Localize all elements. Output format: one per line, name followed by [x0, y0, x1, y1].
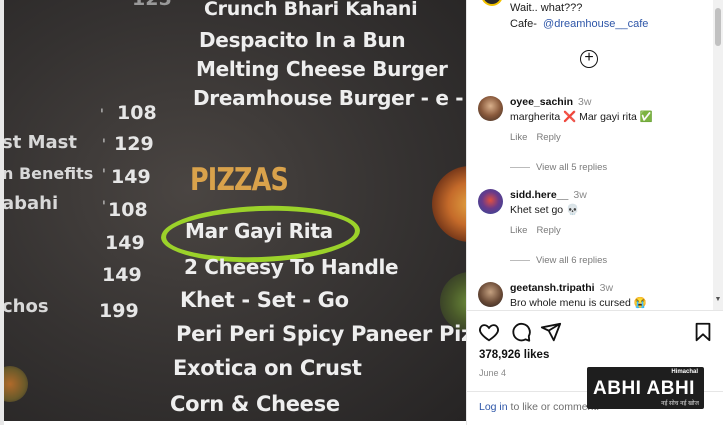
post-caption: Wait.. what??? Cafe- @dreamhouse__cafe: [510, 0, 648, 32]
comment-item: sidd.here__ 3w Khet set go 💀 Like Reply: [478, 189, 708, 239]
comment-username[interactable]: oyee_sachin: [510, 96, 573, 108]
scrollbar-thumb[interactable]: [715, 8, 721, 46]
comment-text: Bro whole menu is cursed 😭: [510, 297, 647, 309]
price-tick: ': [100, 107, 104, 123]
heart-icon[interactable]: [478, 321, 500, 343]
plus-icon: +: [584, 49, 594, 66]
watermark-small-text: Himachal: [671, 369, 698, 375]
comment-reply-button[interactable]: Reply: [536, 225, 560, 236]
watermark-logo: Himachal ABHI ABHI नई सोच नई खोज: [587, 367, 704, 409]
comment-username[interactable]: geetansh.tripathi: [510, 282, 595, 294]
bookmark-icon[interactable]: [692, 321, 714, 343]
pizza-decoration-left: [4, 366, 28, 402]
comment-avatar[interactable]: [478, 189, 503, 214]
comment-text: margherita ❌ Mar gayi rita ✅: [510, 111, 653, 123]
login-link[interactable]: Log in: [479, 401, 508, 413]
section-heading: PIZZAS: [190, 162, 289, 198]
pizza-decoration-right: [432, 166, 466, 242]
comment-text: Khet set go 💀: [510, 204, 580, 216]
comment-username-row: geetansh.tripathi 3w: [510, 282, 613, 294]
login-prompt-text: to like or comment.: [510, 401, 600, 413]
menu-item: Dreamhouse Burger - e - k: [193, 86, 466, 110]
caption-line: Wait.. what???: [510, 2, 583, 14]
comment-time: 3w: [573, 189, 587, 201]
menu-price: 125: [132, 0, 172, 10]
menu-item: st Mast: [4, 132, 77, 153]
comment-actions: Like Reply: [510, 132, 570, 143]
login-prompt: Log in to like or comment.: [479, 401, 599, 413]
comment-like-button[interactable]: Like: [510, 132, 527, 143]
comment-icon[interactable]: [510, 321, 532, 343]
comments-scrollbar[interactable]: [713, 0, 723, 310]
comment-time: 3w: [599, 282, 614, 294]
post-date: June 4: [479, 368, 507, 378]
post-image: Crunch Bhari Kahani Despacito In a Bun M…: [0, 0, 466, 425]
menu-item: 2 Cheesy To Handle: [184, 255, 399, 279]
menu-price: 199: [99, 300, 139, 322]
view-replies-label: View all 5 replies: [536, 162, 608, 173]
menu-price: 108: [108, 199, 148, 221]
load-more-comments-button[interactable]: +: [580, 50, 598, 68]
likes-count[interactable]: 378,926 likes: [479, 349, 549, 361]
menu-price: 149: [111, 166, 151, 188]
view-replies-button[interactable]: View all 5 replies: [510, 162, 607, 173]
menu-item: Corn & Cheese: [170, 392, 340, 416]
menu-item: Crunch Bhari Kahani: [204, 0, 418, 20]
menu-item: abahi: [4, 193, 59, 214]
comment-time: 3w: [578, 96, 592, 108]
view-replies-button[interactable]: View all 6 replies: [510, 255, 607, 266]
menu-item: chos: [4, 296, 49, 317]
comment-reply-button[interactable]: Reply: [536, 132, 560, 143]
comment-like-button[interactable]: Like: [510, 225, 527, 236]
menu-item: n Benefits: [4, 164, 94, 183]
menu-price: 149: [105, 232, 145, 254]
price-tick: ': [102, 137, 106, 153]
replies-dash: [510, 259, 530, 261]
view-replies-label: View all 6 replies: [536, 255, 608, 266]
menu-item: Exotica on Crust: [173, 356, 362, 380]
menu-item: Peri Peri Spicy Paneer Piz: [176, 322, 466, 346]
share-icon[interactable]: [540, 321, 562, 343]
comment-item: oyee_sachin 3w margherita ❌ Mar gayi rita…: [478, 96, 708, 146]
menu-price: 129: [114, 133, 154, 155]
caption-prefix: Cafe-: [510, 18, 537, 30]
comment-avatar[interactable]: [478, 282, 503, 307]
menu-item-highlighted: Mar Gayi Rita: [185, 219, 333, 243]
menu-item: Melting Cheese Burger: [196, 57, 448, 81]
price-tick: ': [102, 167, 106, 183]
price-tick: ': [102, 199, 106, 215]
menu-price: 149: [102, 264, 142, 286]
replies-dash: [510, 166, 530, 168]
caption-mention-link[interactable]: @dreamhouse__cafe: [543, 18, 648, 30]
post-action-bar: [478, 321, 714, 343]
comment-actions: Like Reply: [510, 225, 570, 236]
comment-username-row: sidd.here__ 3w: [510, 189, 587, 201]
watermark-tagline: नई सोच नई खोज: [661, 401, 699, 407]
watermark-title: ABHI ABHI: [593, 378, 695, 399]
caption-line: Cafe- @dreamhouse__cafe: [510, 16, 648, 32]
menu-price: 108: [117, 102, 157, 124]
divider: [466, 310, 723, 311]
comment-username[interactable]: sidd.here__: [510, 189, 568, 201]
comment-item: geetansh.tripathi 3w Bro whole menu is cu…: [478, 282, 708, 310]
menu-item: Khet - Set - Go: [180, 288, 349, 312]
menu-board: Crunch Bhari Kahani Despacito In a Bun M…: [4, 0, 466, 421]
scroll-down-arrow-icon[interactable]: ▼: [713, 296, 723, 306]
menu-item: Despacito In a Bun: [199, 28, 406, 52]
comment-avatar[interactable]: [478, 96, 503, 121]
comment-username-row: oyee_sachin 3w: [510, 96, 591, 108]
